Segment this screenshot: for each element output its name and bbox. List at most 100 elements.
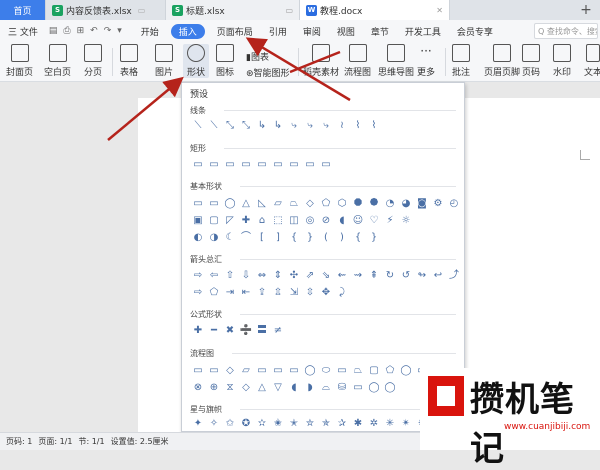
shape-option-icon[interactable]: ✳: [382, 417, 398, 431]
shape-option-icon[interactable]: ◑: [206, 231, 222, 245]
chart-button[interactable]: ▮图表: [246, 50, 269, 63]
icon-button[interactable]: 图标: [216, 44, 234, 78]
shape-option-icon[interactable]: ▭: [286, 158, 302, 172]
shape-option-icon[interactable]: △: [238, 197, 254, 211]
shape-option-icon[interactable]: 〓: [254, 324, 270, 338]
shape-option-icon[interactable]: ✣: [286, 269, 302, 283]
shape-option-icon[interactable]: ✪: [238, 417, 254, 431]
shape-option-icon[interactable]: ⌇: [366, 119, 382, 133]
page-break-button[interactable]: 分页: [84, 44, 102, 78]
shape-option-icon[interactable]: ▭: [222, 158, 238, 172]
shape-option-icon[interactable]: ✧: [206, 417, 222, 431]
shape-option-icon[interactable]: ♡: [366, 214, 382, 228]
shape-option-icon[interactable]: ⇔: [254, 269, 270, 283]
shape-option-icon[interactable]: ✮: [302, 417, 318, 431]
shape-option-icon[interactable]: ⬠: [206, 286, 222, 300]
shape-option-icon[interactable]: ▭: [318, 158, 334, 172]
shape-option-icon[interactable]: ⟍: [190, 119, 206, 133]
menu-developer[interactable]: 开发工具: [397, 20, 449, 42]
shape-option-icon[interactable]: ⇫: [270, 286, 286, 300]
shape-option-icon[interactable]: ⊗: [190, 381, 206, 395]
shape-option-icon[interactable]: ⏢: [350, 364, 366, 378]
shape-option-icon[interactable]: ⤷: [318, 119, 334, 133]
menu-member[interactable]: 会员专享: [449, 20, 501, 42]
shape-option-icon[interactable]: ✫: [254, 417, 270, 431]
shape-option-icon[interactable]: ⧖: [222, 381, 238, 395]
shape-option-icon[interactable]: ◇: [302, 197, 318, 211]
redo-icon[interactable]: ↷: [101, 26, 115, 36]
shape-option-icon[interactable]: ≀: [334, 119, 350, 133]
shape-option-icon[interactable]: ⬠: [318, 197, 334, 211]
shape-option-icon[interactable]: ↬: [414, 269, 430, 283]
shape-option-icon[interactable]: ▭: [238, 158, 254, 172]
blank-page-button[interactable]: 空白页: [44, 44, 71, 78]
shape-option-icon[interactable]: ◖: [334, 214, 350, 228]
page-number-button[interactable]: 页码: [522, 44, 540, 78]
shape-option-icon[interactable]: ▭: [286, 364, 302, 378]
shape-option-icon[interactable]: ✚: [190, 324, 206, 338]
print-icon[interactable]: ⎙: [60, 26, 73, 36]
shape-option-icon[interactable]: ▢: [366, 364, 382, 378]
shape-option-icon[interactable]: ⤴: [446, 269, 462, 283]
shape-option-icon[interactable]: ▣: [190, 214, 206, 228]
shape-option-icon[interactable]: ⤷: [286, 119, 302, 133]
menu-insert[interactable]: 插入: [170, 23, 205, 39]
shape-option-icon[interactable]: ⌂: [254, 214, 270, 228]
shape-option-icon[interactable]: ⇦: [206, 269, 222, 283]
shape-option-icon[interactable]: ▭: [206, 197, 222, 211]
shape-option-icon[interactable]: ⇝: [350, 269, 366, 283]
shape-option-icon[interactable]: ⬭: [318, 364, 334, 378]
shape-option-icon[interactable]: ⇳: [302, 286, 318, 300]
shape-option-icon[interactable]: ▭: [190, 158, 206, 172]
shape-option-icon[interactable]: ⛁: [334, 381, 350, 395]
shape-option-icon[interactable]: ◎: [302, 214, 318, 228]
shape-option-icon[interactable]: ◴: [446, 197, 462, 211]
shape-option-icon[interactable]: ⌓: [318, 381, 334, 395]
shape-option-icon[interactable]: ◇: [222, 364, 238, 378]
stock-material-button[interactable]: 稻壳素材: [303, 44, 339, 78]
shape-option-icon[interactable]: ⤸: [334, 286, 350, 300]
shape-option-icon[interactable]: ◫: [286, 214, 302, 228]
shape-option-icon[interactable]: ⇧: [222, 269, 238, 283]
shape-option-icon[interactable]: ⇨: [190, 286, 206, 300]
flowchart-button[interactable]: 流程图: [344, 44, 371, 78]
shape-option-icon[interactable]: ▱: [270, 197, 286, 211]
header-footer-button[interactable]: 页眉页脚: [484, 44, 520, 78]
shape-option-icon[interactable]: ↺: [398, 269, 414, 283]
menu-page-layout[interactable]: 页面布局: [209, 20, 261, 42]
window-icon[interactable]: ▭: [279, 6, 293, 15]
tab-home[interactable]: 首页: [0, 0, 46, 20]
shape-option-icon[interactable]: ◸: [222, 214, 238, 228]
shape-option-icon[interactable]: ⇪: [254, 286, 270, 300]
shape-option-icon[interactable]: ⚙: [430, 197, 446, 211]
shape-option-icon[interactable]: ⇜: [334, 269, 350, 283]
shape-option-icon[interactable]: ↩: [430, 269, 446, 283]
shape-option-icon[interactable]: ✭: [286, 417, 302, 431]
undo-icon[interactable]: ↶: [87, 26, 101, 36]
file-menu[interactable]: 三 文件: [0, 20, 46, 42]
shape-option-icon[interactable]: ⌒: [238, 231, 254, 245]
shape-option-icon[interactable]: ▭: [254, 364, 270, 378]
shape-option-icon[interactable]: ⇨: [190, 269, 206, 283]
preview-icon[interactable]: ⊞: [74, 26, 88, 36]
shape-option-icon[interactable]: ✚: [238, 214, 254, 228]
menu-reference[interactable]: 引用: [261, 20, 295, 42]
shape-option-icon[interactable]: ⯃: [350, 197, 366, 211]
command-search-input[interactable]: Q 查找命令、搜索: [534, 23, 598, 39]
shape-option-icon[interactable]: ⤡: [238, 119, 254, 133]
shape-option-icon[interactable]: ✱: [350, 417, 366, 431]
shape-option-icon[interactable]: ▭: [254, 158, 270, 172]
shape-option-icon[interactable]: ▭: [270, 364, 286, 378]
more-button[interactable]: ··· 更多: [417, 44, 435, 78]
shape-option-icon[interactable]: ✖: [222, 324, 238, 338]
tab-feedback-xlsx[interactable]: S 内容反馈表.xlsx ▭: [46, 0, 166, 20]
shape-option-icon[interactable]: ↳: [254, 119, 270, 133]
shape-option-icon[interactable]: ⯄: [366, 197, 382, 211]
shape-option-icon[interactable]: ☼: [398, 214, 414, 228]
save-icon[interactable]: ▤: [46, 26, 61, 36]
shape-option-icon[interactable]: ◙: [414, 197, 430, 211]
shape-option-icon[interactable]: (: [318, 231, 334, 245]
shape-option-icon[interactable]: ⇘: [318, 269, 334, 283]
shape-option-icon[interactable]: ▭: [206, 364, 222, 378]
shape-option-icon[interactable]: ◺: [254, 197, 270, 211]
